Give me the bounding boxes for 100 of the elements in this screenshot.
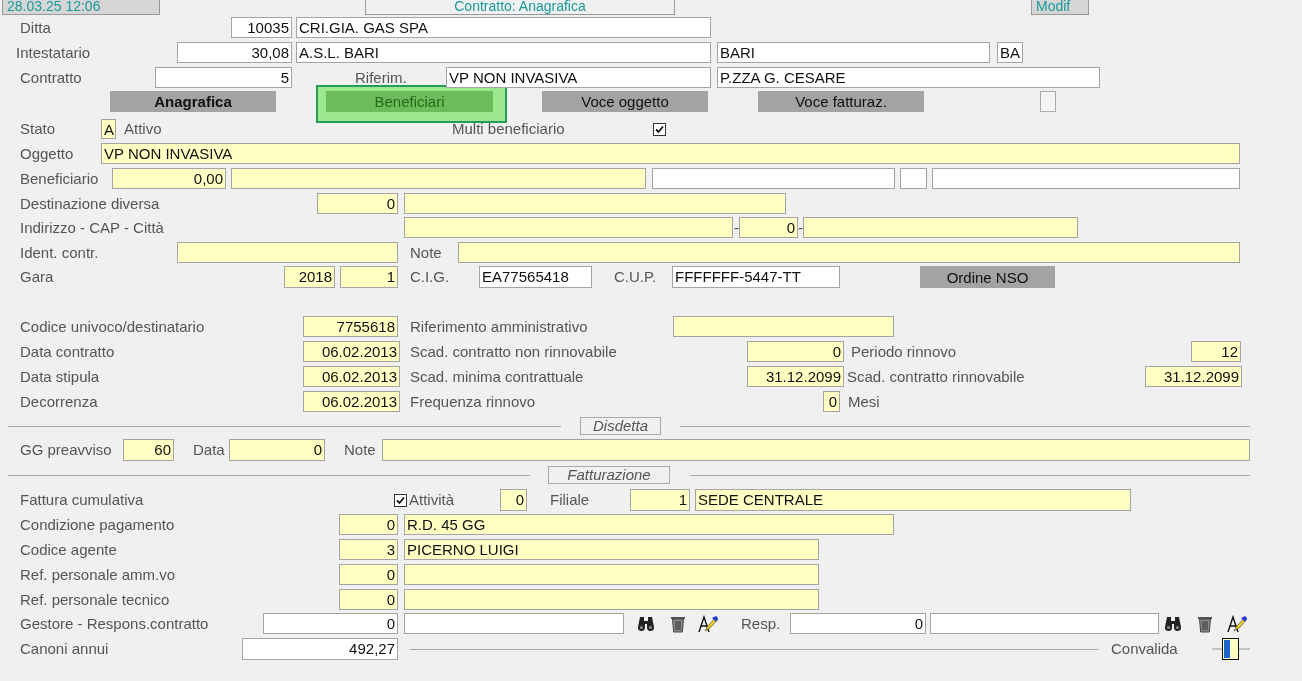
input-field[interactable]: 2018 — [284, 266, 335, 288]
input-field[interactable]: CRI.GIA. GAS SPA — [296, 17, 711, 38]
toggle-icon[interactable] — [1212, 638, 1250, 660]
input-field[interactable]: 12 — [1191, 341, 1241, 362]
field-label: Frequenza rinnovo — [410, 391, 537, 412]
field-label: Scad. contratto rinnovabile — [847, 366, 1026, 387]
input-field[interactable]: 1 — [630, 489, 690, 511]
status-box: Modif — [1031, 0, 1089, 15]
input-field[interactable]: 31.12.2099 — [1145, 366, 1242, 387]
input-field[interactable]: PICERNO LUIGI — [404, 539, 819, 560]
input-field[interactable]: 0 — [790, 613, 926, 634]
window-title: Contratto: Anagrafica — [365, 0, 675, 15]
field-label: Multi beneficiario — [452, 119, 566, 139]
field-label: Codice univoco/destinatario — [20, 316, 206, 337]
input-field[interactable] — [803, 217, 1078, 238]
field-label: C.U.P. — [614, 267, 658, 287]
field-label: Attività — [409, 490, 455, 510]
input-field[interactable] — [231, 168, 646, 189]
input-field[interactable]: 0,00 — [112, 168, 226, 189]
input-field[interactable]: 06.02.2013 — [303, 391, 400, 412]
trash-icon[interactable] — [670, 614, 686, 633]
field-label: Ident. contr. — [20, 242, 100, 263]
input-field[interactable]: A — [101, 119, 116, 139]
field-label: Decorrenza — [20, 391, 99, 412]
input-field[interactable]: 0 — [339, 589, 398, 610]
binoculars-icon[interactable] — [637, 615, 655, 632]
input-field[interactable]: FFFFFFF-5447-TT — [672, 266, 840, 288]
input-field[interactable]: 0 — [747, 341, 844, 362]
input-field[interactable]: 492,27 — [242, 638, 398, 660]
input-field[interactable]: EA77565418 — [479, 266, 592, 288]
trash-icon[interactable] — [1197, 614, 1213, 633]
field-label: Note — [344, 440, 377, 460]
field-label: Canoni annui — [20, 639, 110, 659]
input-field[interactable]: SEDE CENTRALE — [695, 489, 1131, 511]
input-field[interactable] — [900, 168, 927, 189]
input-field[interactable]: 0 — [500, 489, 527, 511]
status-box: 28.03.25 12:06 — [2, 0, 160, 15]
field-label: Beneficiario — [20, 168, 100, 189]
checkbox[interactable] — [394, 493, 407, 507]
field-label: Ref. personale tecnico — [20, 589, 171, 610]
tab[interactable]: Anagrafica — [110, 91, 276, 112]
field-label: Data contratto — [20, 341, 116, 362]
field-label: Indirizzo - CAP - Città — [20, 217, 165, 238]
input-field[interactable]: 10035 — [231, 17, 292, 38]
input-field[interactable]: BA — [997, 42, 1023, 63]
field-label: Scad. contratto non rinnovabile — [410, 341, 618, 362]
field-label: Note — [410, 242, 443, 263]
input-field[interactable] — [177, 242, 398, 263]
input-field[interactable] — [652, 168, 895, 189]
input-field[interactable] — [404, 613, 624, 634]
input-field[interactable]: 0 — [739, 217, 798, 238]
input-field[interactable] — [404, 589, 819, 610]
input-field[interactable] — [673, 316, 894, 337]
input-field[interactable]: 3 — [339, 539, 398, 560]
input-field[interactable]: VP NON INVASIVA — [446, 67, 711, 88]
binoculars-icon[interactable] — [1164, 615, 1182, 632]
input-field[interactable]: 30,08 — [177, 42, 292, 63]
field-label: C.I.G. — [410, 267, 451, 287]
field-label: Riferim. — [355, 67, 408, 88]
section-title: Fatturazione — [548, 466, 670, 484]
field-label: Riferimento amministrativo — [410, 316, 589, 337]
field-label: Convalida — [1111, 639, 1179, 659]
input-field[interactable]: 60 — [123, 439, 174, 461]
input-field[interactable]: A.S.L. BARI — [296, 42, 711, 63]
input-field[interactable]: 31.12.2099 — [747, 366, 844, 387]
input-field[interactable]: 0 — [339, 564, 398, 585]
input-field[interactable]: 06.02.2013 — [303, 341, 400, 362]
input-field[interactable] — [458, 242, 1240, 263]
input-field[interactable]: 0 — [317, 193, 398, 214]
input-field[interactable] — [404, 564, 819, 585]
field-label: Condizione pagamento — [20, 514, 176, 535]
field-label: Intestatario — [16, 42, 92, 63]
input-field[interactable]: BARI — [717, 42, 990, 63]
input-field[interactable]: VP NON INVASIVA — [101, 143, 1240, 164]
input-field[interactable]: 1 — [340, 266, 398, 288]
field-label: Data stipula — [20, 366, 101, 387]
input-field[interactable]: 5 — [155, 67, 292, 88]
tab[interactable]: Voce fatturaz. — [758, 91, 924, 112]
input-field[interactable] — [382, 439, 1250, 461]
input-field[interactable] — [404, 193, 786, 214]
text-edit-icon[interactable] — [1227, 614, 1247, 633]
input-field[interactable]: 06.02.2013 — [303, 366, 400, 387]
text-edit-icon[interactable] — [698, 614, 718, 633]
order-button[interactable]: Ordine NSO — [920, 266, 1055, 288]
field-label: Data — [193, 440, 226, 460]
input-field[interactable] — [932, 168, 1240, 189]
input-field[interactable]: 0 — [229, 439, 325, 461]
input-field[interactable]: 0 — [263, 613, 398, 634]
tab[interactable]: Voce oggetto — [542, 91, 708, 112]
input-field[interactable]: R.D. 45 GG — [404, 514, 894, 535]
input-field[interactable]: 0 — [823, 391, 840, 412]
input-field[interactable]: 7755618 — [303, 316, 398, 337]
small-button[interactable] — [1040, 91, 1056, 112]
input-field[interactable] — [404, 217, 733, 238]
input-field[interactable] — [930, 613, 1159, 634]
input-field[interactable]: P.ZZA G. CESARE — [717, 67, 1100, 88]
field-label: GG preavviso — [20, 440, 113, 460]
field-label: - — [798, 217, 801, 238]
checkbox[interactable] — [653, 122, 666, 136]
input-field[interactable]: 0 — [339, 514, 398, 535]
